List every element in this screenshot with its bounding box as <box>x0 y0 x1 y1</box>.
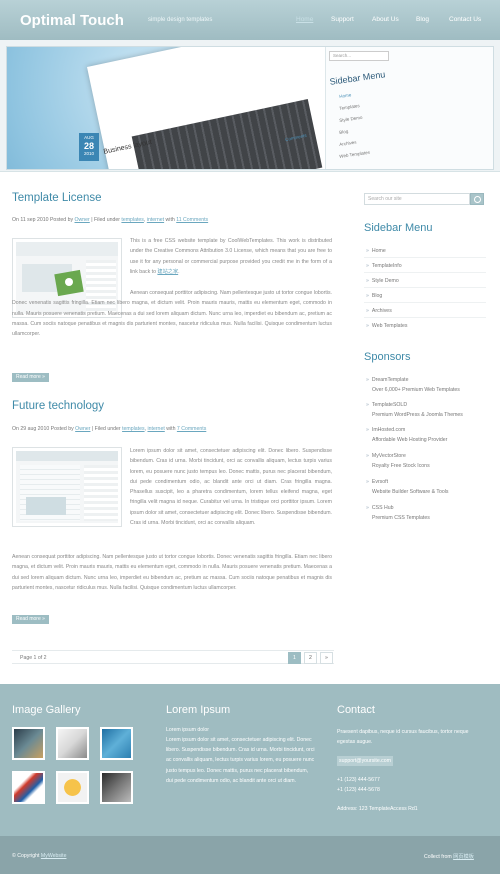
sponsor-link[interactable]: DreamTemplate <box>366 377 409 383</box>
post-comments-link[interactable]: 11 Comments <box>176 217 208 223</box>
site-logo[interactable]: Optimal Touch <box>20 12 124 29</box>
contact-phone: +1 (123) 444-5677 <box>337 777 380 783</box>
next-page-button[interactable]: » <box>320 652 333 664</box>
sidebar-item-archives[interactable]: Archives <box>366 308 392 314</box>
credits-text: Collect from <box>424 854 454 860</box>
sponsor-description: Premium CSS Templates <box>372 515 430 521</box>
post-meta-text: | Filed under <box>90 426 123 432</box>
pagination: Page 1 of 2 1 2 » <box>12 650 334 664</box>
sponsor-description: Website Builder Software & Tools <box>372 489 449 495</box>
post-category-link[interactable]: internet <box>147 217 164 223</box>
sidebar-item-web-templates[interactable]: Web Templates <box>366 323 408 329</box>
sidebar-item-home[interactable]: Home <box>366 248 386 254</box>
gallery-image[interactable] <box>12 771 45 804</box>
banner-date-day: 28 <box>83 141 94 151</box>
page-button-2[interactable]: 2 <box>304 652 317 664</box>
post-excerpt: This is a free CSS website template by C… <box>130 236 332 277</box>
lorem-heading: Lorem ipsum dolor <box>166 727 209 733</box>
post-thumbnail[interactable] <box>12 447 122 527</box>
post-meta: On 11 sep 2010 Posted by Owner | Filed u… <box>12 217 208 223</box>
post-body: Aenean consequat porttitor adipiscing. N… <box>12 554 332 591</box>
post-author-link[interactable]: Owner <box>75 217 90 223</box>
sidebar-item-templateinfo[interactable]: TemplateInfo <box>366 263 402 269</box>
contact-address: Address: 123 TemplateAccess Rd1 <box>337 806 418 812</box>
contact-title: Contact <box>337 704 375 716</box>
nav-blog[interactable]: Blog <box>416 16 429 23</box>
gallery-image[interactable] <box>56 727 89 760</box>
sidebar-item-blog[interactable]: Blog <box>366 293 382 299</box>
sponsor-description: Affordable Web Hosting Provider <box>372 437 448 443</box>
contact-email[interactable]: support@yoursite.com <box>337 756 393 767</box>
sponsor-link[interactable]: MyVectorStore <box>366 453 406 459</box>
lorem-text: Lorem ipsum dolor sit amet, consectetuer… <box>166 737 315 784</box>
sponsor-description: Premium WordPress & Joomla Themes <box>372 412 463 418</box>
post-title[interactable]: Future technology <box>12 400 104 412</box>
gallery-image[interactable] <box>56 771 89 804</box>
post-excerpt: Lorem ipsum dolor sit amet, consectetuer… <box>130 448 332 527</box>
post-meta-text: with <box>164 217 177 223</box>
sponsor-description: Over 6,000+ Premium Web Templates <box>372 387 460 393</box>
post-credit-link[interactable]: 建站之家 <box>157 269 178 275</box>
post-author-link[interactable]: Owner <box>75 426 90 432</box>
sponsor-link[interactable]: ImHosted.com <box>366 427 405 433</box>
sponsor-link[interactable]: Evrsoft <box>366 479 388 485</box>
gallery-image[interactable] <box>100 771 133 804</box>
post-excerpt-end: . <box>178 268 180 275</box>
divider <box>364 317 486 318</box>
sponsors-title: Sponsors <box>364 351 411 363</box>
nav-contact-us[interactable]: Contact Us <box>449 16 481 23</box>
copyright-text: © Copyright <box>12 853 41 859</box>
nav-about-us[interactable]: About Us <box>372 16 399 23</box>
read-more-button[interactable]: Read more » <box>12 615 49 624</box>
credits: Collect from 网页模板 <box>424 853 474 860</box>
banner-date-month: AUG <box>84 135 94 140</box>
divider <box>364 272 486 273</box>
banner-date-badge: AUG 28 2010 <box>79 133 99 161</box>
sponsor-link[interactable]: TemplateSOLD <box>366 402 407 408</box>
banner: Search... Sidebar Menu Home Templates St… <box>0 40 500 172</box>
gallery-title: Image Gallery <box>12 704 81 716</box>
post-meta-text: | Filed under <box>89 217 122 223</box>
gallery-image[interactable] <box>12 727 45 760</box>
nav-home[interactable]: Home <box>296 16 313 23</box>
credits-link[interactable]: 网页模板 <box>453 854 474 860</box>
post-meta-text: On 29 aug 2010 Posted by <box>12 426 76 432</box>
post-category-link[interactable]: internet <box>147 426 164 432</box>
sponsor-link[interactable]: CSS Hub <box>366 505 394 511</box>
copyright: © Copyright MyWebsite <box>12 853 66 859</box>
read-more-button[interactable]: Read more » <box>12 373 49 382</box>
copyright-link[interactable]: MyWebsite <box>41 853 67 859</box>
post-meta-text: On 11 sep 2010 Posted by <box>12 217 75 223</box>
banner-date-year: 2010 <box>83 151 94 156</box>
lorem-title: Lorem Ipsum <box>166 704 231 716</box>
contact-text: Praesent dapibus, neque id cursus faucib… <box>337 729 469 746</box>
post-comments-link[interactable]: 7 Comments <box>177 426 206 432</box>
gallery-image[interactable] <box>100 727 133 760</box>
thumbnail-image <box>16 451 118 523</box>
banner-image: Search... Sidebar Menu Home Templates St… <box>6 46 494 170</box>
page-button-1[interactable]: 1 <box>288 652 301 664</box>
header: Optimal Touch simple design templates Ho… <box>0 0 500 40</box>
sponsor-description: Royalty Free Stock Icons <box>372 463 430 469</box>
sidebar-search-input[interactable]: Search our site <box>364 193 470 205</box>
post-meta: On 29 aug 2010 Posted by Owner | Filed u… <box>12 426 206 432</box>
divider <box>364 287 486 288</box>
sidebar-item-style-demo[interactable]: Style Demo <box>366 278 399 284</box>
sidebar-menu-title: Sidebar Menu <box>364 222 433 234</box>
nav-support[interactable]: Support <box>331 16 354 23</box>
contact-phone: +1 (123) 444-5678 <box>337 787 380 793</box>
post-title[interactable]: Template License <box>12 192 102 204</box>
divider <box>364 302 486 303</box>
pagination-label: Page 1 of 2 <box>20 655 47 661</box>
divider <box>364 257 486 258</box>
site-tagline: simple design templates <box>148 17 213 23</box>
banner-search-mockup: Search... <box>329 51 389 61</box>
search-icon[interactable] <box>470 193 484 205</box>
post-body: Aenean consequat porttitor adipiscing. N… <box>12 290 332 338</box>
post-category-link[interactable]: templates <box>121 217 144 223</box>
post-meta-text: with <box>164 426 177 432</box>
post-category-link[interactable]: templates <box>122 426 145 432</box>
